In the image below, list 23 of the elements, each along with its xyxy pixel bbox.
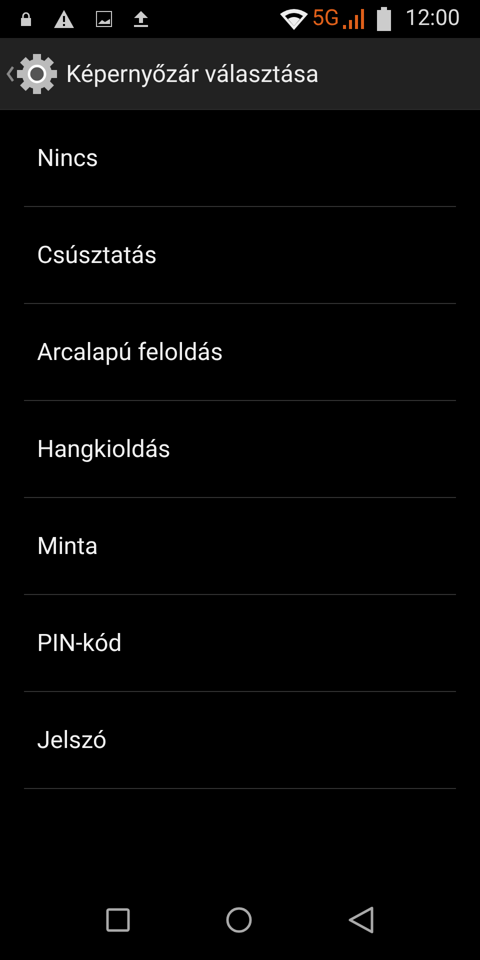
back-button[interactable] bbox=[6, 52, 58, 94]
battery-icon bbox=[377, 7, 392, 31]
lock-option[interactable]: Hangkioldás bbox=[24, 401, 456, 498]
warning-icon bbox=[54, 10, 74, 28]
lock-icon bbox=[20, 12, 32, 26]
gear-icon bbox=[16, 52, 58, 94]
lock-option[interactable]: Csúsztatás bbox=[24, 207, 456, 304]
upload-icon bbox=[134, 11, 148, 27]
back-chevron-icon bbox=[6, 66, 14, 82]
back-nav-button[interactable] bbox=[348, 906, 374, 934]
lock-option[interactable]: Jelszó bbox=[24, 692, 456, 789]
screen-title: Képernyőzár választása bbox=[66, 58, 319, 90]
clock: 12:00 bbox=[405, 8, 460, 30]
lock-option[interactable]: Arcalapú feloldás bbox=[24, 304, 456, 401]
lock-option[interactable]: Minta bbox=[24, 498, 456, 595]
home-button[interactable] bbox=[226, 907, 252, 933]
recents-button[interactable] bbox=[106, 908, 130, 932]
signal-icon bbox=[343, 9, 366, 29]
lock-option[interactable]: PIN-kód bbox=[24, 595, 456, 692]
network-type: 5G bbox=[312, 8, 340, 30]
image-icon bbox=[96, 11, 112, 27]
lock-option[interactable]: Nincs bbox=[24, 110, 456, 207]
wifi-icon bbox=[280, 8, 308, 30]
